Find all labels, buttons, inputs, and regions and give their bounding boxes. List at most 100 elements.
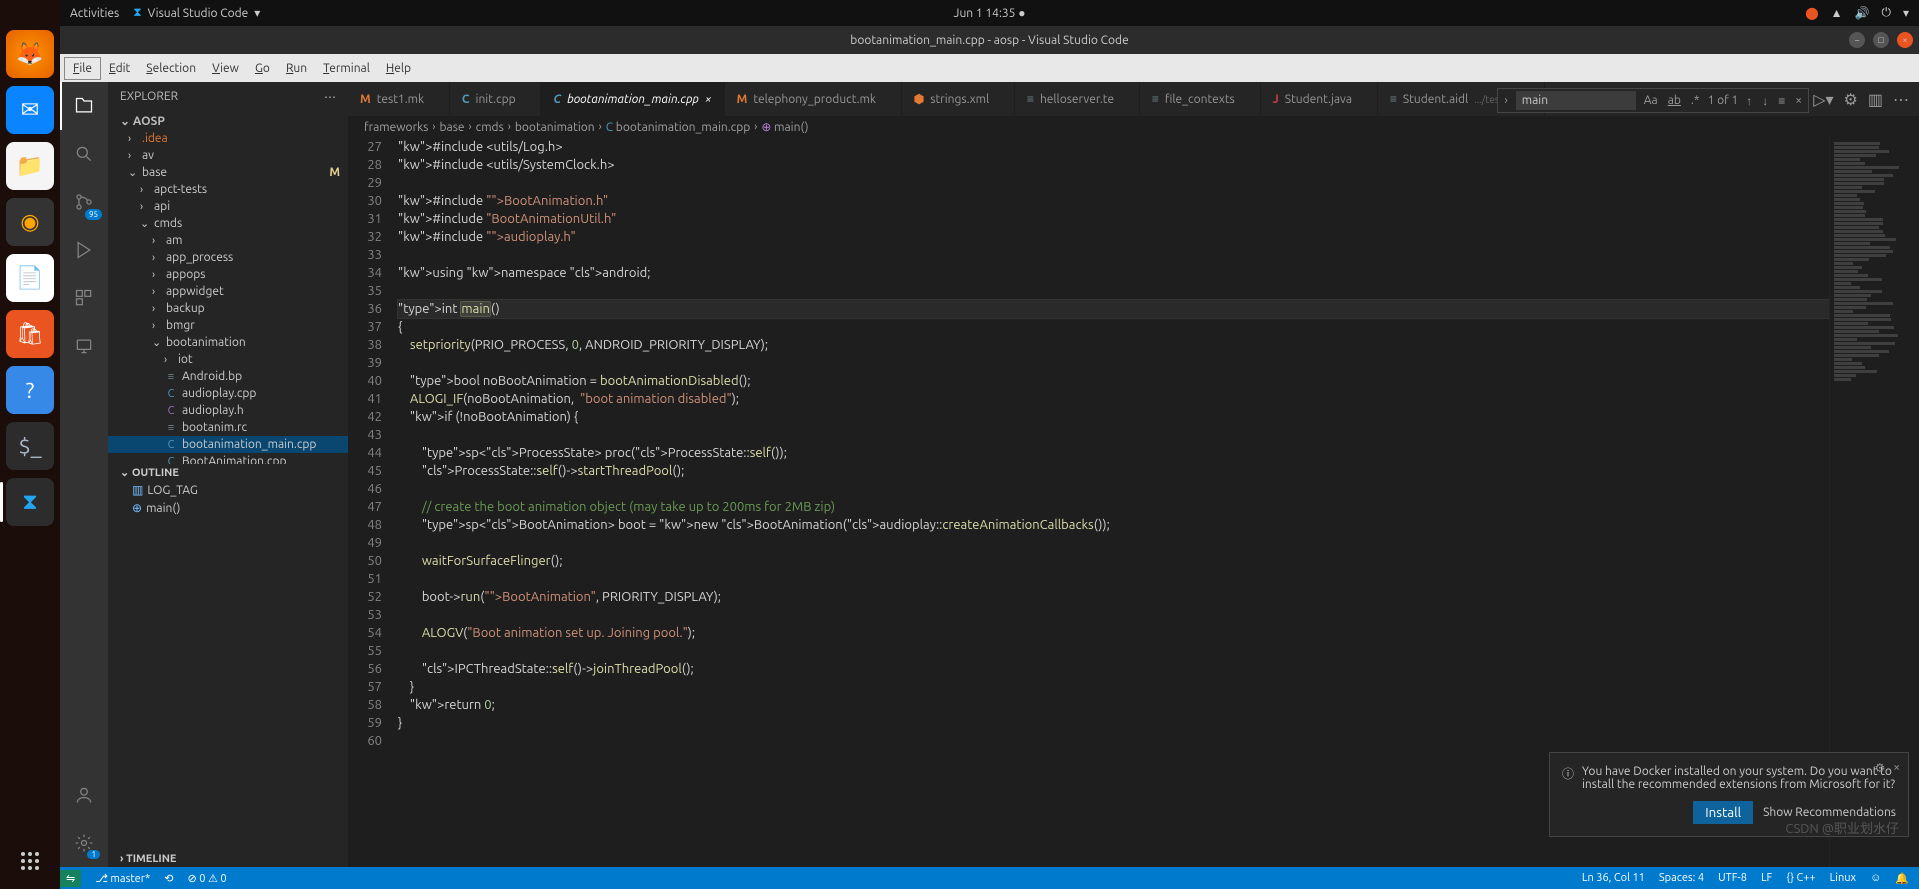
split-icon[interactable]: ⚙ — [1844, 90, 1858, 109]
eol-status[interactable]: LF — [1761, 872, 1772, 884]
folder-bmgr[interactable]: ›bmgr — [108, 317, 348, 334]
account-icon[interactable] — [60, 771, 108, 819]
activities-button[interactable]: Activities — [70, 7, 119, 20]
tab-file_contexts[interactable]: ≡file_contexts× — [1140, 82, 1261, 116]
tab-strings-xml[interactable]: ⬢strings.xml× — [902, 82, 1015, 116]
problems-status[interactable]: ⊘ 0 ⚠ 0 — [187, 872, 226, 885]
find-selection-icon[interactable]: ≡ — [1776, 94, 1787, 108]
menu-file[interactable]: File — [64, 57, 101, 80]
rhythmbox-icon[interactable]: ◉ — [6, 198, 54, 246]
encoding-status[interactable]: UTF-8 — [1718, 872, 1747, 884]
apps-button[interactable] — [6, 837, 54, 885]
bell-icon[interactable]: 🔔 — [1895, 872, 1909, 885]
help-icon[interactable]: ? — [6, 366, 54, 414]
whole-word-icon[interactable]: ab — [1666, 94, 1683, 107]
menu-edit[interactable]: Edit — [101, 58, 138, 79]
crumb-main-[interactable]: ⊕ main() — [761, 120, 808, 134]
app-menu[interactable]: ⧗ Visual Studio Code ▾ — [133, 6, 260, 20]
crumb-bootanimation[interactable]: bootanimation — [515, 121, 595, 134]
file-bootanimation_main-cpp[interactable]: Cbootanimation_main.cpp — [108, 436, 348, 453]
clock[interactable]: Jun 1 14:35 ● — [683, 6, 1296, 20]
vscode-icon[interactable]: ⧗ — [6, 478, 54, 526]
indent-status[interactable]: Spaces: 4 — [1659, 872, 1704, 884]
crumb-cmds[interactable]: cmds — [476, 121, 504, 134]
find-prev-icon[interactable]: ↑ — [1744, 94, 1754, 108]
tab-init-cpp[interactable]: Cinit.cpp× — [450, 82, 542, 116]
sync-status[interactable]: ⟲ — [164, 872, 173, 885]
menu-help[interactable]: Help — [378, 58, 419, 79]
match-case-icon[interactable]: Aa — [1642, 94, 1660, 107]
tab-student-java[interactable]: JStudent.java× — [1261, 82, 1378, 116]
os-status[interactable]: Linux — [1830, 872, 1856, 884]
folder-bootanimation[interactable]: ⌄bootanimation — [108, 334, 348, 351]
crumb-base[interactable]: base — [440, 121, 465, 134]
outline-header[interactable]: ⌄ OUTLINE — [108, 464, 348, 481]
file-bootanim-rc[interactable]: ≡bootanim.rc — [108, 419, 348, 436]
firefox-icon[interactable]: 🦊 — [6, 30, 54, 78]
menu-terminal[interactable]: Terminal — [315, 58, 378, 79]
run-icon[interactable]: ▷▾ — [1813, 90, 1833, 109]
menu-selection[interactable]: Selection — [138, 58, 204, 79]
find-expand-icon[interactable]: › — [1502, 94, 1509, 107]
outline-log_tag[interactable]: ▥ LOG_TAG — [108, 481, 348, 499]
close-button[interactable]: × — [1897, 32, 1913, 48]
menu-view[interactable]: View — [204, 58, 247, 79]
remote-indicator[interactable]: ⇋ — [60, 870, 81, 887]
install-button[interactable]: Install — [1693, 801, 1753, 824]
terminal-icon[interactable]: $_ — [6, 422, 54, 470]
tab-telephony_product-mk[interactable]: Mtelephony_product.mk× — [725, 82, 902, 116]
remote-activity[interactable] — [60, 322, 108, 370]
search-activity[interactable] — [60, 130, 108, 178]
crumb-bootanimation_main-cpp[interactable]: C bootanimation_main.cpp — [606, 121, 751, 134]
cursor-position[interactable]: Ln 36, Col 11 — [1582, 872, 1645, 884]
branch-status[interactable]: ⎇ master* — [95, 872, 150, 885]
folder--idea[interactable]: ›.idea — [108, 130, 348, 147]
crumb-frameworks[interactable]: frameworks — [364, 121, 428, 134]
file-audioplay-cpp[interactable]: Caudioplay.cpp — [108, 385, 348, 402]
notification-close-icon[interactable]: × — [1893, 761, 1900, 775]
timeline-header[interactable]: › TIMELINE — [108, 851, 348, 867]
debug-activity[interactable] — [60, 226, 108, 274]
folder-iot[interactable]: ›iot — [108, 351, 348, 368]
file-bootanimation-cpp[interactable]: CBootAnimation.cpp — [108, 453, 348, 464]
files-icon[interactable]: 📁 — [6, 142, 54, 190]
writer-icon[interactable]: 📄 — [6, 254, 54, 302]
menu-run[interactable]: Run — [278, 58, 315, 79]
settings-icon[interactable]: 1 — [60, 819, 108, 867]
dropdown-icon[interactable]: ▾ — [1903, 6, 1909, 20]
file-android-bp[interactable]: ≡Android.bp — [108, 368, 348, 385]
regex-icon[interactable]: .* — [1689, 94, 1702, 107]
explorer-more-icon[interactable]: ⋯ — [324, 90, 336, 104]
tab-helloserver-te[interactable]: ≡helloserver.te× — [1015, 82, 1140, 116]
thunderbird-icon[interactable]: ✉ — [6, 86, 54, 134]
folder-av[interactable]: ›av — [108, 147, 348, 164]
outline-main-[interactable]: ⊕ main() — [108, 499, 348, 517]
folder-appops[interactable]: ›appops — [108, 266, 348, 283]
power-icon[interactable]: ⏻ — [1881, 6, 1891, 20]
minimize-button[interactable]: − — [1849, 32, 1865, 48]
find-next-icon[interactable]: ↓ — [1760, 94, 1770, 108]
stop-icon[interactable]: ⬤ — [1805, 6, 1818, 20]
root-folder-name[interactable]: ⌄ AOSP — [120, 114, 165, 128]
menu-go[interactable]: Go — [247, 58, 278, 79]
folder-api[interactable]: ›api — [108, 198, 348, 215]
find-input[interactable] — [1516, 91, 1636, 110]
split-editor-icon[interactable]: ▥ — [1868, 90, 1883, 109]
file-audioplay-h[interactable]: Caudioplay.h — [108, 402, 348, 419]
tab-bootanimation_main-cpp[interactable]: Cbootanimation_main.cpp× — [541, 82, 724, 116]
notification-gear-icon[interactable]: ⚙ — [1874, 761, 1885, 775]
folder-app_process[interactable]: ›app_process — [108, 249, 348, 266]
volume-icon[interactable]: 🔊 — [1855, 6, 1870, 20]
software-icon[interactable]: 🛍 — [6, 310, 54, 358]
find-close-icon[interactable]: × — [1793, 94, 1804, 107]
more-icon[interactable]: ⋯ — [1893, 90, 1909, 109]
folder-backup[interactable]: ›backup — [108, 300, 348, 317]
folder-cmds[interactable]: ⌄cmds — [108, 215, 348, 232]
tab-test1-mk[interactable]: Mtest1.mk× — [348, 82, 450, 116]
breadcrumbs[interactable]: frameworks›base›cmds›bootanimation›C boo… — [348, 116, 1919, 138]
language-status[interactable]: {} C++ — [1786, 872, 1815, 884]
show-recommendations-button[interactable]: Show Recommendations — [1763, 806, 1896, 819]
feedback-icon[interactable]: ☺ — [1870, 872, 1881, 884]
network-icon[interactable]: ▲ — [1831, 6, 1843, 20]
folder-appwidget[interactable]: ›appwidget — [108, 283, 348, 300]
